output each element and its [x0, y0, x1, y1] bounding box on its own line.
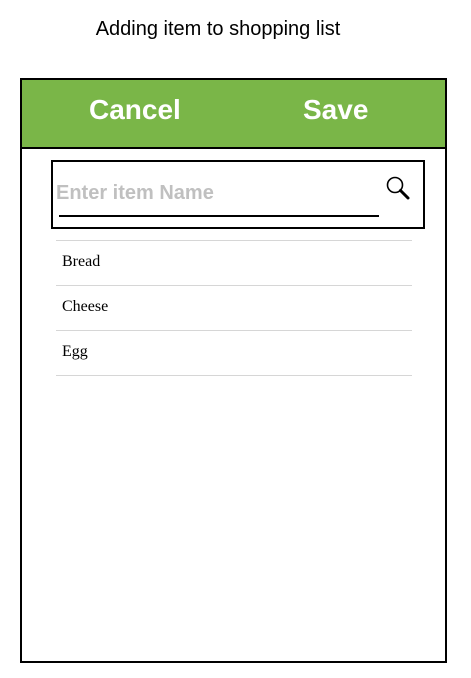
- search-underline: [59, 215, 379, 217]
- list-item[interactable]: Egg: [56, 330, 412, 376]
- phone-frame: Cancel Save Bread Cheese Egg: [20, 78, 447, 663]
- list-item[interactable]: Cheese: [56, 285, 412, 330]
- list-item[interactable]: Bread: [56, 240, 412, 285]
- list-item-label: Bread: [62, 253, 101, 270]
- list-item-label: Egg: [62, 343, 88, 360]
- top-bar: Cancel Save: [22, 80, 445, 149]
- page-title: Adding item to shopping list: [95, 18, 341, 40]
- search-input[interactable]: [56, 176, 376, 210]
- item-list: Bread Cheese Egg: [56, 240, 412, 376]
- search-icon[interactable]: [384, 174, 412, 202]
- page: Adding item to shopping list Cancel Save…: [0, 0, 471, 678]
- list-item-label: Cheese: [62, 298, 109, 315]
- save-button[interactable]: Save: [303, 94, 368, 126]
- search-box: [51, 160, 425, 229]
- cancel-button[interactable]: Cancel: [89, 94, 181, 126]
